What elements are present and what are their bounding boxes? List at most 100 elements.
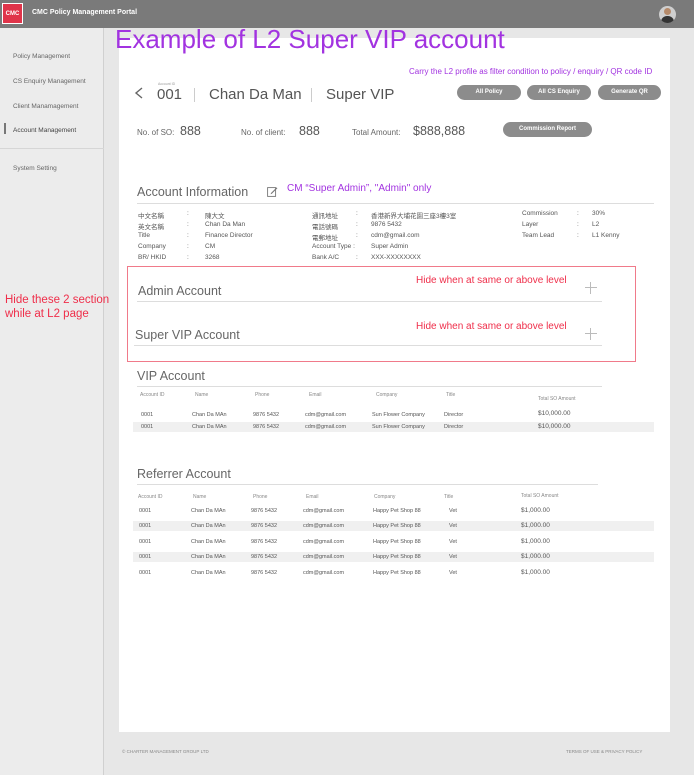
column-header: Email: [306, 494, 319, 500]
info-value: 陳大文: [205, 213, 225, 220]
info-colon: :: [356, 221, 358, 228]
column-header: Title: [444, 494, 454, 500]
back-arrow-icon[interactable]: [134, 87, 144, 99]
referrer-account-title: Referrer Account: [137, 467, 231, 481]
admin-account-title: Admin Account: [138, 284, 222, 298]
cell-title: Vet: [449, 554, 457, 560]
cell-phone: 9876 5432: [251, 539, 277, 545]
cell-name: Chan Da MAn: [191, 523, 226, 529]
info-label: Title: [138, 232, 151, 239]
cell-name: Chan Da MAn: [191, 539, 226, 545]
info-colon: :: [577, 232, 579, 239]
info-value: 9876 5432: [371, 221, 402, 228]
expand-plus-icon[interactable]: [585, 282, 597, 294]
edit-icon[interactable]: [267, 186, 278, 197]
total-amount-label: Total Amount:: [352, 128, 401, 137]
sidebar-item-client-management[interactable]: Client Manamagement: [13, 103, 78, 110]
cell-total: $1,000.00: [521, 538, 550, 545]
content-card: [119, 38, 670, 732]
info-label: 中文名稱: [138, 213, 164, 220]
generate-qr-button[interactable]: Generate QR: [598, 85, 661, 100]
cell-name: Chan Da MAn: [191, 570, 226, 576]
info-value: XXX-XXXXXXXX: [371, 254, 421, 261]
expand-plus-icon[interactable]: [585, 328, 597, 340]
cell-company: Happy Pet Shop 88: [373, 570, 421, 576]
section-divider: [137, 386, 602, 387]
cell-email: cdm@gmail.com: [305, 424, 347, 430]
client-count-label: No. of client:: [241, 128, 286, 137]
info-colon: :: [577, 210, 579, 217]
cell-account-id: 0001: [141, 424, 154, 430]
annotation-hide-level: Hide when at same or above level: [416, 321, 567, 332]
all-cs-enquiry-button[interactable]: All CS Enquiry: [527, 85, 591, 100]
info-label: Bank A/C: [312, 254, 340, 261]
cell-phone: 9876 5432: [251, 523, 277, 529]
sidebar-item-account-management[interactable]: Account Management: [13, 127, 76, 134]
annotation-hide-sections: Hide these 2 section while at L2 page: [5, 294, 110, 320]
cell-company: Happy Pet Shop 88: [373, 508, 421, 514]
column-header: Total SO Amount: [538, 396, 576, 402]
cell-title: Vet: [449, 508, 457, 514]
info-value: Finance Director: [205, 232, 253, 239]
so-count-label: No. of SO:: [137, 128, 175, 137]
footer-terms-link[interactable]: TERMS OF USE & PRIVACY POLICY: [566, 749, 642, 754]
table-row[interactable]: 0001 Chan Da MAn 9876 5432 cdm@gmail.com…: [133, 537, 654, 547]
column-header: Name: [195, 392, 209, 398]
annotation-filter-note: Carry the L2 profile as filter condition…: [409, 67, 653, 76]
info-label: 電話號碼: [312, 224, 338, 231]
info-value: CM: [205, 243, 216, 250]
column-header: Account ID: [140, 392, 165, 398]
sidebar-item-policy-management[interactable]: Policy Management: [13, 53, 70, 60]
annotation-cm-note: CM “Super Admin”, "Admin" only: [287, 183, 432, 194]
annotation-title: Example of L2 Super VIP account: [115, 24, 505, 54]
info-label: Team Lead: [522, 232, 555, 239]
info-value: Chan Da Man: [205, 221, 246, 228]
column-header: Account ID: [138, 494, 163, 500]
cell-email: cdm@gmail.com: [303, 554, 345, 560]
cell-name: Chan Da MAn: [191, 508, 226, 514]
company-logo[interactable]: CMC: [2, 3, 23, 24]
all-policy-button[interactable]: All Policy: [457, 85, 521, 100]
app-title: CMC Policy Management Portal: [32, 9, 138, 16]
column-header: Title: [446, 392, 456, 398]
cell-company: Sun Flower Company: [372, 412, 425, 418]
info-label: Account Type :: [312, 243, 355, 250]
sidebar-divider: [0, 148, 104, 149]
info-value: L2: [592, 221, 600, 228]
table-row[interactable]: 0001 Chan Da MAn 9876 5432 cdm@gmail.com…: [133, 552, 654, 562]
info-colon: :: [187, 243, 189, 250]
info-value: cdm@gmail.com: [371, 232, 420, 239]
sidebar-item-cs-enquiry-management[interactable]: CS Enquiry Management: [13, 78, 86, 85]
info-label: 電郵地址: [312, 235, 338, 242]
table-row[interactable]: 0001 Chan Da MAn 9876 5432 cdm@gmail.com…: [133, 422, 654, 432]
table-row[interactable]: 0001 Chan Da MAn 9876 5432 cdm@gmail.com…: [133, 521, 654, 531]
cell-account-id: 0001: [139, 523, 152, 529]
sidebar-item-system-setting[interactable]: System Setting: [13, 165, 57, 172]
info-value: 30%: [592, 210, 606, 217]
cell-company: Happy Pet Shop 88: [373, 554, 421, 560]
column-header: Phone: [253, 494, 268, 500]
sidebar: Policy Management CS Enquiry Management …: [0, 28, 104, 775]
table-row[interactable]: 0001 Chan Da MAn 9876 5432 cdm@gmail.com…: [133, 506, 654, 516]
commission-report-button[interactable]: Commission Report: [503, 122, 592, 137]
info-label: BR/ HKID: [138, 254, 167, 261]
sidebar-active-indicator: [4, 123, 6, 134]
table-row[interactable]: 0001 Chan Da MAn 9876 5432 cdm@gmail.com…: [133, 409, 654, 419]
column-header: Company: [374, 494, 396, 500]
cell-title: Director: [444, 424, 464, 430]
total-amount-value: $888,888: [413, 124, 466, 138]
info-label: Commission: [522, 210, 558, 217]
cell-total: $10,000.00: [538, 423, 571, 430]
cell-email: cdm@gmail.com: [303, 523, 345, 529]
footer-copyright: © CHARTER MANAGEMENT GROUP LTD: [122, 749, 209, 754]
info-value: 香港新界大埔花園三座3樓3室: [371, 213, 457, 220]
cell-phone: 9876 5432: [251, 508, 277, 514]
user-avatar[interactable]: [659, 6, 676, 23]
super-vip-account-title: Super VIP Account: [135, 328, 240, 342]
info-label: 通訊地址: [312, 213, 338, 220]
client-count-value: 888: [299, 124, 320, 138]
table-row[interactable]: 0001 Chan Da MAn 9876 5432 cdm@gmail.com…: [133, 568, 654, 578]
cell-title: Director: [444, 412, 464, 418]
info-colon: :: [187, 232, 189, 239]
cell-email: cdm@gmail.com: [305, 412, 347, 418]
